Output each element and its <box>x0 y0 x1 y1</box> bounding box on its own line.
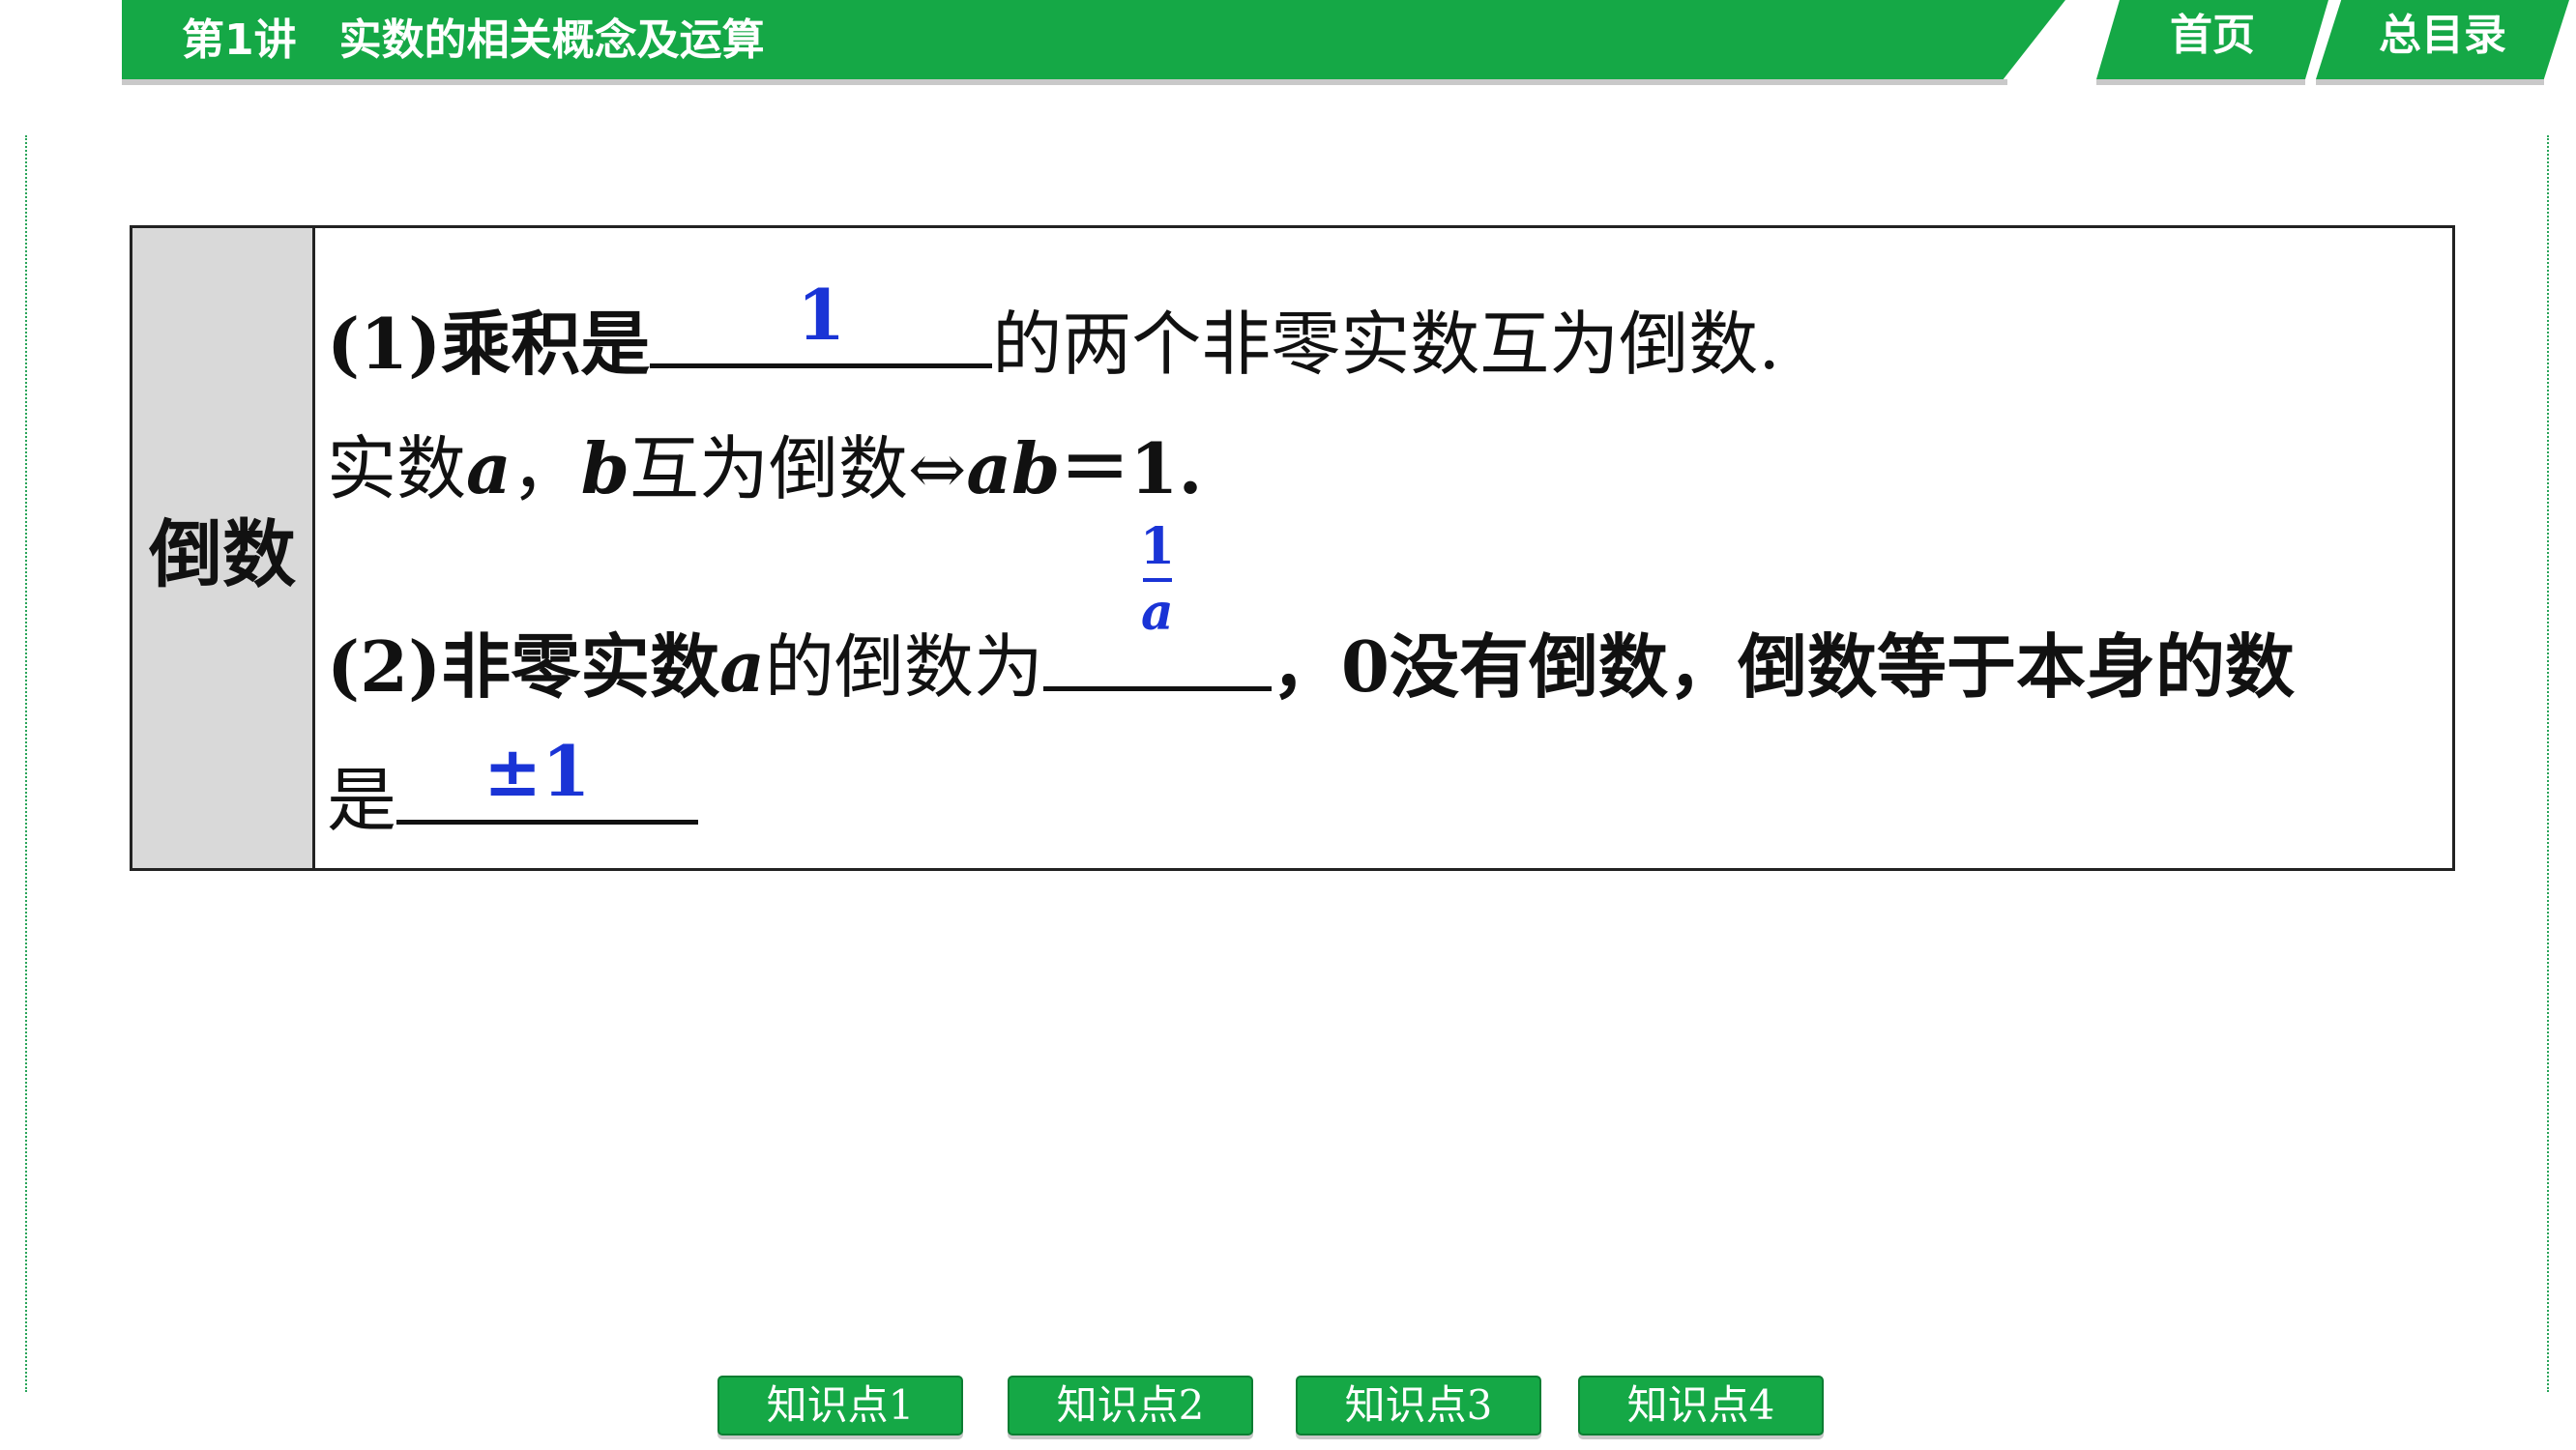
tab-knowledge-4[interactable]: 知识点4 <box>1578 1376 1824 1436</box>
tab-knowledge-3[interactable]: 知识点3 <box>1296 1376 1541 1436</box>
home-button[interactable]: 首页 <box>2096 0 2328 79</box>
page-title: 第1讲 实数的相关概念及运算 <box>182 8 765 73</box>
definition-line-4: 是 ±1 <box>327 733 699 841</box>
tab-knowledge-2[interactable]: 知识点2 <box>1008 1376 1253 1436</box>
answer-2-fraction: 1a <box>1043 520 1272 640</box>
fraction-denominator: a <box>1141 583 1174 642</box>
home-button-shadow <box>2096 79 2305 85</box>
line1-suffix: 的两个非零实数互为倒数. <box>992 304 1781 385</box>
answer-3: ±1 <box>483 730 591 812</box>
line1-prefix: (1)乘积是 <box>327 303 651 385</box>
line3-var-a: a <box>719 625 765 708</box>
line3-suffix: ，0没有倒数，倒数等于本身的数 <box>1271 625 2296 708</box>
line2-text-mid: 互为倒数⇔ <box>629 428 967 509</box>
line2-comma: ， <box>511 428 581 509</box>
answer-blank-2: 1a <box>1042 520 1272 691</box>
toc-button-shadow <box>2316 79 2544 85</box>
lesson-number: 第1讲 <box>182 15 297 65</box>
fraction-bar <box>1142 578 1172 582</box>
definition-line-1: (1)乘积是 1 的两个非零实数互为倒数. <box>327 276 1780 386</box>
answer-1: 1 <box>797 274 846 356</box>
line2-text-end: ＝1. <box>1060 427 1203 509</box>
line2-var-a: a <box>466 427 512 509</box>
tab-knowledge-1[interactable]: 知识点1 <box>717 1376 963 1436</box>
line3-prefix: (2)非零实数 <box>327 625 720 708</box>
right-dotted-guide <box>2547 135 2549 1392</box>
answer-blank-3: ±1 <box>396 733 699 825</box>
definition-label: 倒数 <box>132 228 315 868</box>
definition-line-2: 实数a，b互为倒数⇔ab＝1. <box>327 425 1203 512</box>
header-shadow <box>122 79 2007 85</box>
line2-var-b: b <box>580 427 630 509</box>
lesson-title: 实数的相关概念及运算 <box>338 15 765 65</box>
left-dotted-guide <box>25 135 27 1392</box>
line2-var-ab: ab <box>966 427 1061 509</box>
answer-blank-1: 1 <box>650 276 993 368</box>
line4-prefix: 是 <box>327 760 397 841</box>
line3-mid: 的倒数为 <box>764 626 1043 708</box>
toc-button[interactable]: 总目录 <box>2316 0 2569 79</box>
fraction-numerator: 1 <box>1139 517 1175 576</box>
definition-line-3: (2)非零实数a的倒数为 1 a ，0没有倒数，倒数等于本身的数 <box>327 520 2295 709</box>
line2-text-a: 实数 <box>327 428 467 509</box>
